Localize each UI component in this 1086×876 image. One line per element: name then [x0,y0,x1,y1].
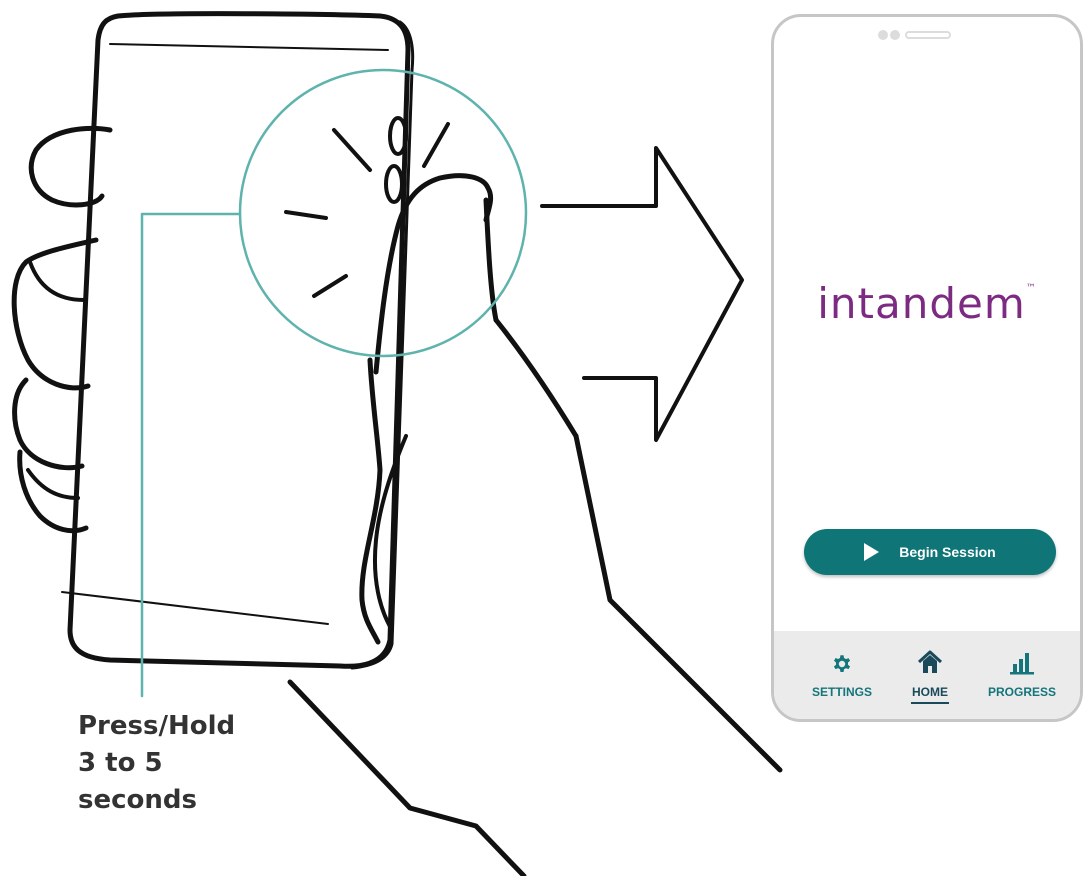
bar-chart-icon [1010,653,1034,675]
wrist-line [287,679,527,876]
speaker-grille [905,31,951,39]
tab-settings-label: SETTINGS [811,685,872,699]
speaker-dot [878,30,888,40]
tab-settings[interactable]: SETTINGS [792,647,892,699]
active-tab-indicator [911,702,949,704]
begin-session-button[interactable]: Begin Session [804,529,1056,575]
tab-home-label: HOME [912,685,948,699]
instruction-line-3: seconds [78,785,197,815]
finger-lower-middle [12,377,85,471]
play-icon [864,543,880,561]
phone-outline [67,11,411,669]
begin-session-label: Begin Session [899,544,996,560]
press-burst-lines [284,122,450,298]
gear-icon [833,655,851,672]
bottom-tab-bar: SETTINGS HOME PROGRESS [774,631,1080,719]
phone-screen-bottom-line [61,591,329,625]
callout-leader-line [140,212,242,698]
app-phone-screen: intandem™ Begin Session SETTINGS HOME PR… [771,14,1083,722]
transition-arrow [540,146,744,442]
logo-trademark: ™ [1025,283,1037,294]
finger-top [28,125,113,208]
instruction-caption: Press/Hold 3 to 5 seconds [78,708,235,819]
home-icon [917,650,943,673]
instruction-line-2: 3 to 5 [78,748,163,778]
tab-progress[interactable]: PROGRESS [972,647,1072,699]
instruction-line-1: Press/Hold [78,711,236,741]
thumb [373,173,494,375]
logo-text: intandem [817,279,1026,328]
intandem-logo: intandem™ [774,279,1080,328]
phone-screen-top-line [109,43,389,51]
phone-side-button-bottom [384,164,404,204]
tab-progress-label: PROGRESS [987,685,1056,699]
speaker-dot [890,30,900,40]
tab-home[interactable]: HOME [880,647,980,704]
